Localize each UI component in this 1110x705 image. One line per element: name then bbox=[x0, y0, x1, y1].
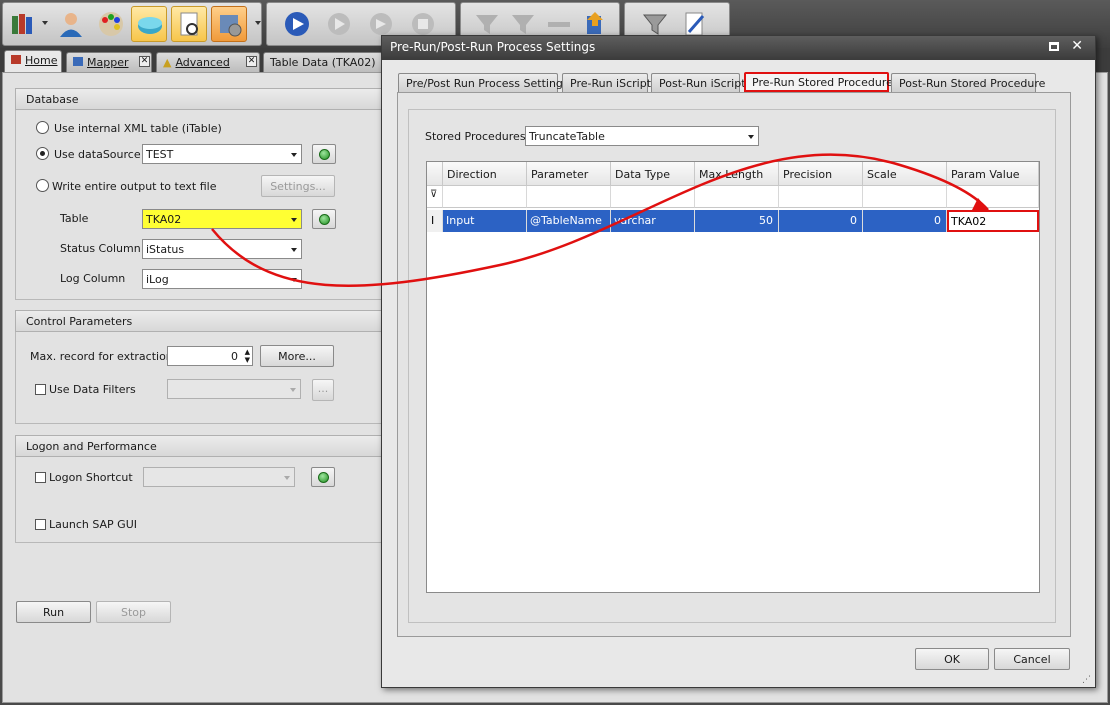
annotation-arrow bbox=[211, 153, 990, 288]
